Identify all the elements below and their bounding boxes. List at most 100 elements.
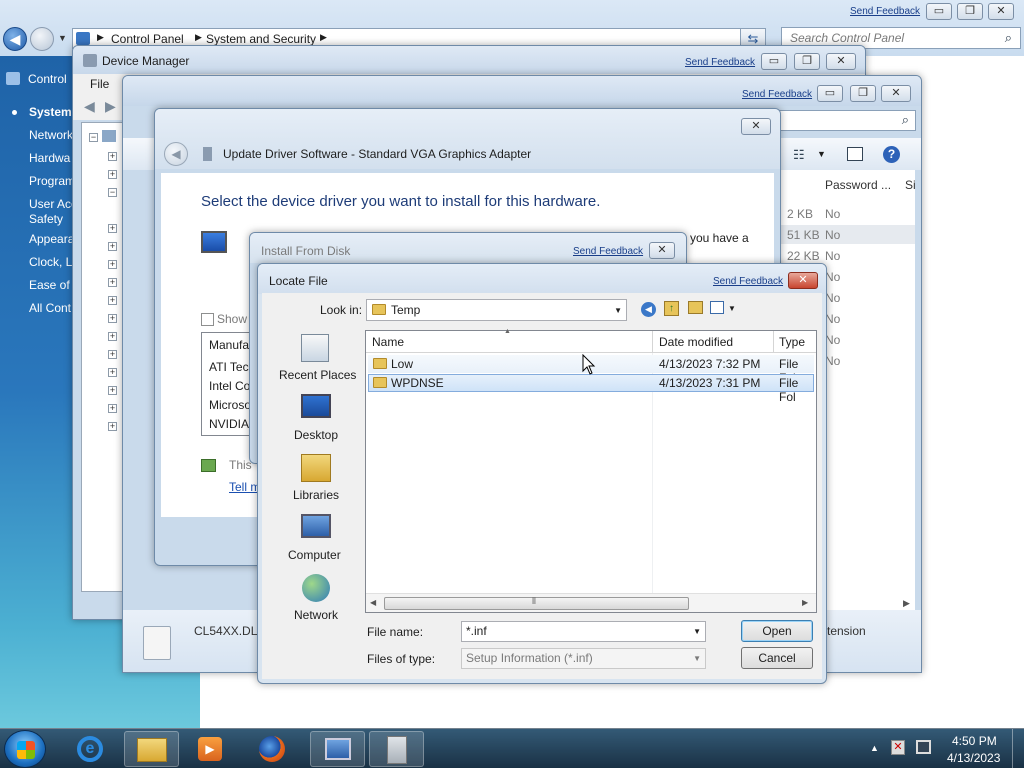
column-header-type[interactable]: Type bbox=[779, 335, 805, 349]
column-header-si[interactable]: Si bbox=[905, 178, 916, 192]
expand-icon[interactable]: + bbox=[108, 224, 117, 233]
collapse-icon[interactable]: − bbox=[89, 133, 98, 142]
back-button[interactable]: ◀ bbox=[3, 27, 27, 51]
forward-arrow-icon[interactable]: ▶ bbox=[105, 98, 116, 115]
expand-icon[interactable]: + bbox=[108, 386, 117, 395]
sidebar-item-clock[interactable]: Clock, L bbox=[29, 255, 72, 269]
expand-icon[interactable]: + bbox=[108, 368, 117, 377]
expand-icon[interactable]: + bbox=[108, 422, 117, 431]
sidebar-item-network[interactable]: Network bbox=[29, 128, 73, 142]
search-icon[interactable]: ⌕ bbox=[1005, 30, 1012, 46]
sidebar-item-all-control-panel[interactable]: All Cont bbox=[29, 301, 71, 315]
start-button[interactable] bbox=[4, 730, 46, 768]
place-recent-places[interactable]: Recent Places bbox=[268, 334, 364, 384]
taskbar-device-manager[interactable] bbox=[369, 731, 424, 767]
search-icon[interactable]: ⌕ bbox=[902, 112, 909, 128]
view-menu-chevron-icon[interactable]: ▼ bbox=[728, 304, 736, 313]
maximize-button[interactable]: ❐ bbox=[957, 3, 983, 20]
scrollbar-thumb[interactable]: ⦀ bbox=[384, 596, 689, 610]
close-button[interactable]: ✕ bbox=[741, 118, 771, 135]
list-item[interactable]: Microso bbox=[209, 398, 251, 412]
view-dropdown-chevron-icon[interactable]: ▼ bbox=[817, 149, 826, 159]
files-of-type-select[interactable]: Setup Information (*.inf) ▼ bbox=[461, 648, 706, 669]
close-button[interactable]: ✕ bbox=[788, 272, 818, 289]
menu-file[interactable]: File bbox=[90, 77, 109, 91]
show-compatible-checkbox[interactable] bbox=[201, 313, 214, 326]
place-computer[interactable]: Computer bbox=[268, 514, 364, 564]
show-hidden-icons-icon[interactable]: ▲ bbox=[870, 743, 879, 753]
list-item[interactable]: NVIDIA bbox=[209, 417, 249, 431]
list-item[interactable]: Intel Co bbox=[209, 379, 250, 393]
close-button[interactable]: ✕ bbox=[826, 53, 856, 70]
expand-icon[interactable]: + bbox=[108, 278, 117, 287]
scroll-left-arrow-icon[interactable]: ◀ bbox=[370, 598, 376, 607]
sidebar-item-programs[interactable]: Program bbox=[29, 174, 75, 188]
clock-time[interactable]: 4:50 PM bbox=[952, 734, 997, 748]
taskbar-firefox[interactable] bbox=[246, 731, 298, 767]
table-row[interactable]: 2 KB No bbox=[775, 204, 915, 223]
column-header-password[interactable]: Password ... bbox=[825, 178, 891, 192]
sidebar-item-user-accounts[interactable]: User Acc bbox=[29, 197, 77, 211]
collapse-icon[interactable]: − bbox=[108, 188, 117, 197]
view-options-icon[interactable]: ☷ bbox=[793, 147, 805, 163]
place-libraries[interactable]: Libraries bbox=[268, 454, 364, 504]
new-folder-icon[interactable] bbox=[688, 301, 703, 314]
expand-icon[interactable]: + bbox=[108, 296, 117, 305]
minimize-button[interactable]: ▭ bbox=[817, 85, 843, 102]
table-row-selected[interactable]: 51 KB No bbox=[775, 225, 915, 244]
file-row-wpdnse[interactable]: WPDNSE 4/13/2023 7:31 PM File Fol bbox=[368, 374, 814, 404]
taskbar-windows-explorer[interactable] bbox=[124, 731, 179, 767]
look-in-dropdown[interactable]: Temp ▼ bbox=[366, 299, 627, 321]
up-one-level-icon[interactable]: ↑ bbox=[664, 301, 679, 316]
show-desktop-button[interactable] bbox=[1012, 729, 1024, 768]
expand-icon[interactable]: + bbox=[108, 350, 117, 359]
wizard-back-button[interactable]: ◀ bbox=[164, 142, 188, 166]
expand-icon[interactable]: + bbox=[108, 152, 117, 161]
place-desktop[interactable]: Desktop bbox=[268, 394, 364, 444]
sidebar-item-safety[interactable]: Safety bbox=[29, 212, 63, 226]
breadcrumb-system-security[interactable]: System and Security bbox=[206, 32, 316, 46]
taskbar-media-player[interactable]: ▶ bbox=[184, 731, 236, 767]
scroll-right-arrow-icon[interactable]: ▶ bbox=[802, 598, 808, 607]
send-feedback-link[interactable]: Send Feedback bbox=[685, 57, 755, 68]
forward-button[interactable] bbox=[30, 27, 54, 51]
close-button[interactable]: ✕ bbox=[881, 85, 911, 102]
send-feedback-link[interactable]: Send Feedback bbox=[850, 6, 920, 17]
view-menu-icon[interactable] bbox=[710, 301, 724, 314]
close-button[interactable]: ✕ bbox=[649, 242, 675, 259]
minimize-button[interactable]: ▭ bbox=[761, 53, 787, 70]
expand-icon[interactable]: + bbox=[108, 260, 117, 269]
go-back-icon[interactable]: ◀ bbox=[641, 302, 656, 317]
send-feedback-link[interactable]: Send Feedback bbox=[742, 89, 812, 100]
action-center-icon[interactable]: ✕ bbox=[891, 740, 905, 755]
breadcrumb-control-panel[interactable]: Control Panel bbox=[111, 32, 184, 46]
list-item[interactable]: ATI Tec bbox=[209, 360, 249, 374]
send-feedback-link[interactable]: Send Feedback bbox=[573, 246, 643, 257]
horizontal-scrollbar[interactable]: ◀ ⦀ ▶ bbox=[366, 593, 816, 612]
taskbar-display-settings[interactable] bbox=[310, 731, 365, 767]
cancel-button[interactable]: Cancel bbox=[741, 647, 813, 669]
expand-icon[interactable]: + bbox=[108, 314, 117, 323]
manufacturer-header[interactable]: Manufa bbox=[209, 338, 249, 352]
maximize-button[interactable]: ❐ bbox=[794, 53, 820, 70]
chevron-down-icon[interactable]: ▼ bbox=[614, 306, 622, 315]
column-header-name[interactable]: Name bbox=[372, 335, 404, 349]
expand-icon[interactable]: + bbox=[108, 170, 117, 179]
preview-pane-icon[interactable] bbox=[847, 147, 863, 161]
scroll-right-arrow-icon[interactable]: ▶ bbox=[903, 598, 910, 609]
sidebar-item-system[interactable]: System bbox=[29, 105, 72, 119]
close-button[interactable]: ✕ bbox=[988, 3, 1014, 20]
maximize-button[interactable]: ❐ bbox=[850, 85, 876, 102]
taskbar-internet-explorer[interactable]: e bbox=[64, 731, 116, 767]
sidebar-item-hardware[interactable]: Hardwa bbox=[29, 151, 70, 165]
explorer-search-box[interactable]: ⌕ bbox=[776, 110, 916, 131]
network-tray-icon[interactable] bbox=[916, 740, 931, 754]
help-icon[interactable]: ? bbox=[883, 146, 900, 163]
place-network[interactable]: Network bbox=[268, 574, 364, 624]
chevron-down-icon[interactable]: ▼ bbox=[693, 649, 701, 668]
tell-me-link[interactable]: Tell m bbox=[229, 480, 260, 494]
send-feedback-link[interactable]: Send Feedback bbox=[713, 276, 783, 287]
expand-icon[interactable]: + bbox=[108, 332, 117, 341]
sidebar-title[interactable]: Control bbox=[28, 72, 67, 86]
column-header-date[interactable]: Date modified bbox=[659, 335, 733, 349]
